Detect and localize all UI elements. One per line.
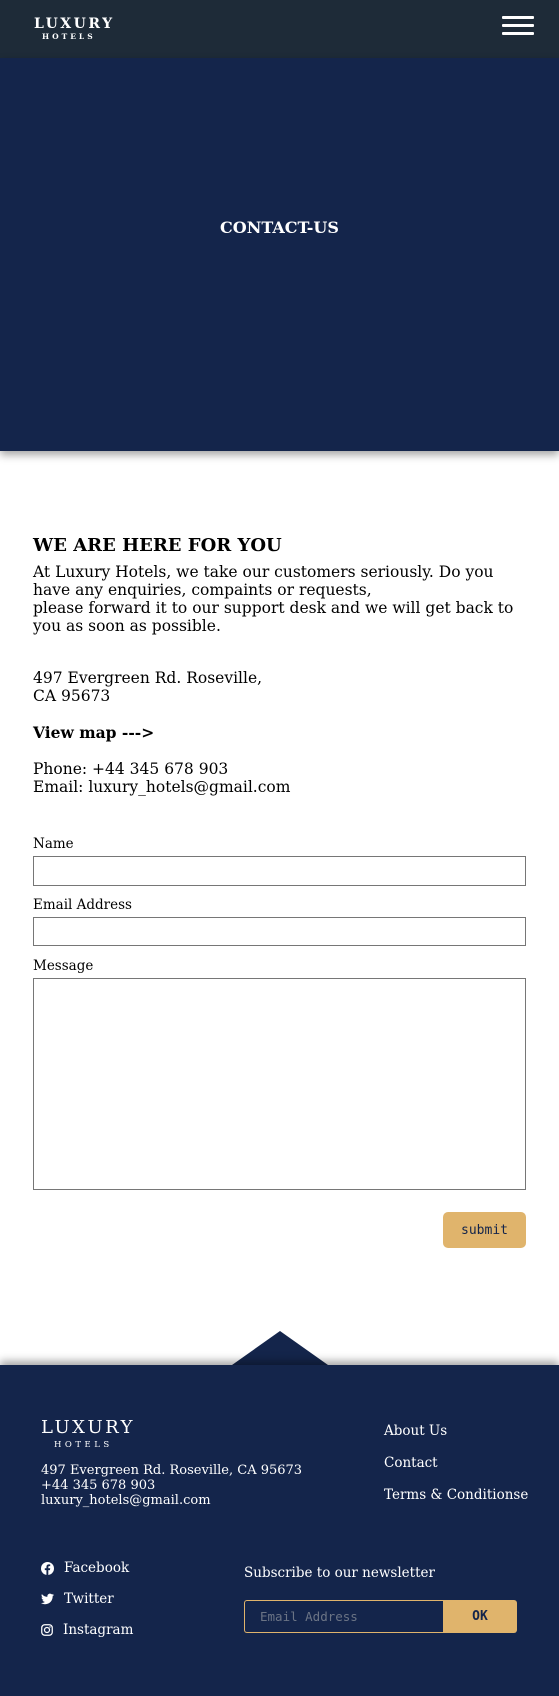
footer-links: About Us Contact Terms & Conditionse: [384, 1423, 528, 1519]
intro-line-2: please forward it to our support desk an…: [33, 599, 514, 635]
name-label: Name: [33, 836, 74, 852]
twitter-icon: [41, 1593, 54, 1605]
email-input[interactable]: [33, 917, 526, 946]
footer: LUXURY HOTELS 497 Evergreen Rd. Rosevill…: [0, 1365, 559, 1696]
footer-contact: 497 Evergreen Rd. Roseville, CA 95673 +4…: [41, 1463, 302, 1508]
social-instagram[interactable]: Instagram: [41, 1622, 133, 1638]
social-instagram-label: Instagram: [63, 1622, 134, 1638]
name-input[interactable]: [33, 856, 526, 886]
hero-banner: CONTACT-US: [0, 58, 559, 451]
address-block: 497 Evergreen Rd. Roseville, CA 95673: [33, 669, 262, 705]
hero-title: CONTACT-US: [220, 218, 339, 237]
contact-info: Phone: +44 345 678 903 Email: luxury_hot…: [33, 760, 290, 796]
social-twitter-label: Twitter: [64, 1591, 114, 1607]
footer-triangle-decoration: [232, 1331, 328, 1365]
social-facebook-label: Facebook: [64, 1560, 130, 1576]
footer-phone: +44 345 678 903: [41, 1478, 156, 1493]
social-facebook[interactable]: Facebook: [41, 1560, 129, 1576]
instagram-icon: [41, 1624, 53, 1636]
footer-logo-subtitle[interactable]: HOTELS: [54, 1440, 113, 1450]
footer-link-about-us[interactable]: About Us: [384, 1423, 528, 1455]
footer-link-contact[interactable]: Contact: [384, 1455, 528, 1487]
phone-text: Phone: +44 345 678 903: [33, 760, 229, 778]
message-textarea[interactable]: [33, 978, 526, 1190]
newsletter-label: Subscribe to our newsletter: [244, 1565, 435, 1581]
hamburger-menu-icon[interactable]: [502, 16, 534, 36]
address-line-1: 497 Evergreen Rd. Roseville,: [33, 669, 263, 687]
newsletter-ok-button[interactable]: OK: [443, 1600, 517, 1633]
view-map-link[interactable]: View map --->: [33, 723, 154, 742]
footer-link-terms[interactable]: Terms & Conditionse: [384, 1487, 528, 1519]
social-twitter[interactable]: Twitter: [41, 1591, 114, 1607]
footer-address: 497 Evergreen Rd. Roseville, CA 95673: [41, 1463, 303, 1478]
logo-subtitle[interactable]: HOTELS: [42, 32, 96, 41]
address-line-2: CA 95673: [33, 687, 111, 705]
intro-text: At Luxury Hotels, we take our customers …: [33, 563, 533, 635]
section-heading: WE ARE HERE FOR YOU: [33, 535, 282, 556]
intro-line-1: At Luxury Hotels, we take our customers …: [33, 563, 494, 599]
facebook-icon: [41, 1561, 54, 1575]
email-text: Email: luxury_hotels@gmail.com: [33, 778, 291, 796]
message-label: Message: [33, 958, 94, 974]
footer-logo-title[interactable]: LUXURY: [41, 1417, 135, 1438]
email-label: Email Address: [33, 897, 132, 913]
logo-title[interactable]: LUXURY: [34, 16, 115, 32]
top-navbar: LUXURY HOTELS: [0, 0, 559, 58]
submit-button[interactable]: submit: [443, 1212, 526, 1248]
footer-email: luxury_hotels@gmail.com: [41, 1493, 211, 1508]
newsletter-email-input[interactable]: [244, 1600, 443, 1633]
